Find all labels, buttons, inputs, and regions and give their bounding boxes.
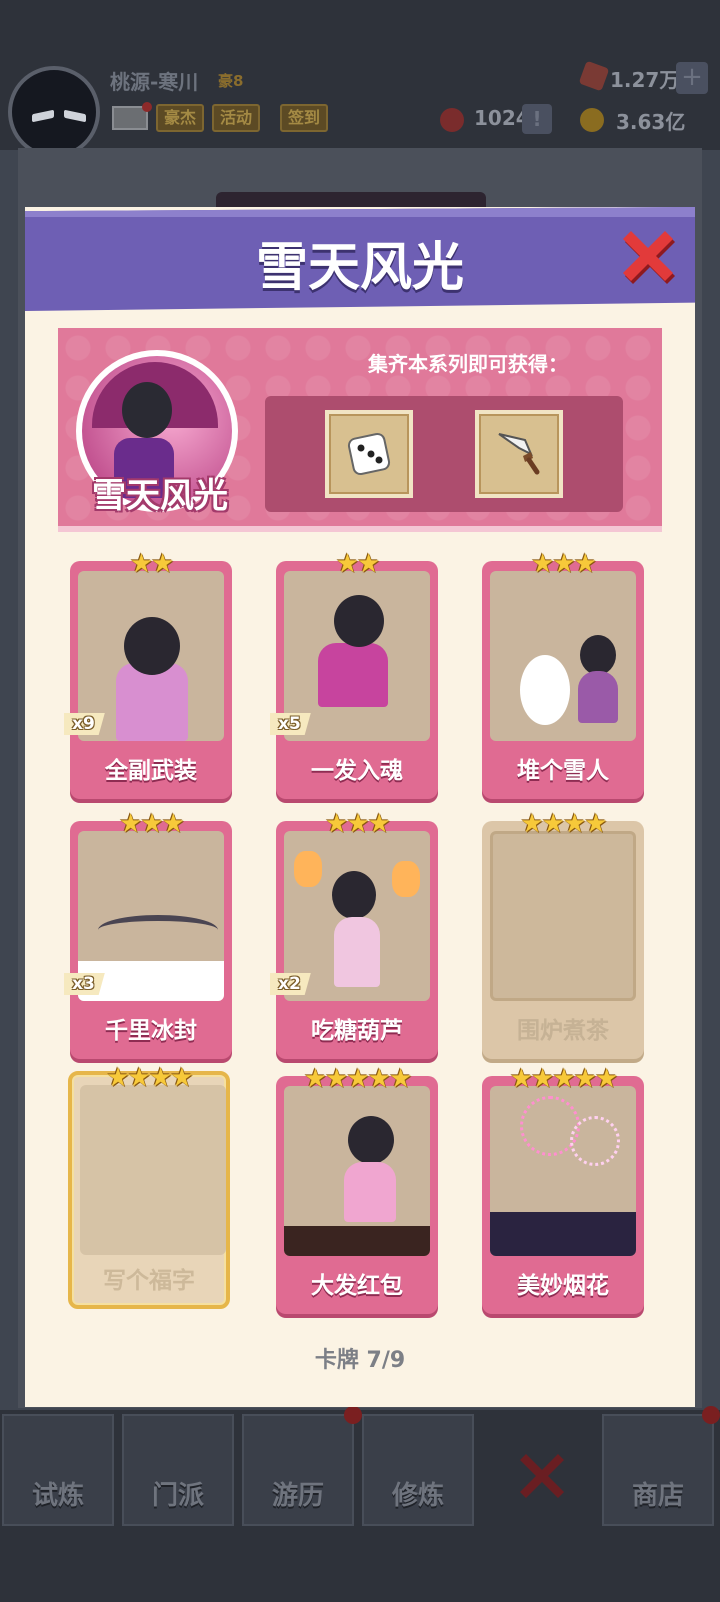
card-count: x2 bbox=[270, 973, 311, 995]
card-name: 写个福字 bbox=[103, 1268, 195, 1294]
player-name: 桃源-寒川 bbox=[110, 70, 199, 94]
avatar-eye bbox=[32, 109, 54, 123]
card-art bbox=[284, 1086, 430, 1256]
card-stars: ★★★★ bbox=[520, 809, 607, 839]
notification-dot bbox=[702, 1406, 720, 1424]
card-name: 一发入魂 bbox=[311, 758, 403, 784]
info-button[interactable]: ! bbox=[522, 104, 552, 134]
card-4[interactable]: ★★★ x2 吃糖葫芦 bbox=[270, 811, 438, 1059]
player-rank: 豪8 bbox=[218, 72, 244, 90]
series-reward-panel: 雪天风光 集齐本系列即可获得： bbox=[58, 328, 662, 532]
activity-button[interactable]: 活动 bbox=[212, 104, 261, 132]
card-stars: ★★ bbox=[129, 549, 175, 579]
card-name: 全副武装 bbox=[105, 758, 197, 784]
card-2[interactable]: ★★★ 堆个雪人 bbox=[482, 551, 644, 799]
nav-trial[interactable]: 试炼 bbox=[2, 1414, 114, 1526]
reward-hint: 集齐本系列即可获得： bbox=[368, 352, 568, 376]
nav-label: 试炼 bbox=[31, 1481, 84, 1511]
card-0[interactable]: ★★ x9 全副武装 bbox=[64, 551, 232, 799]
gems-value: 1.27万 bbox=[610, 68, 680, 92]
mail-icon[interactable] bbox=[112, 102, 152, 130]
reward-dice[interactable] bbox=[325, 410, 413, 498]
avatar-eye bbox=[64, 109, 86, 123]
checkin-button[interactable]: 签到 bbox=[280, 104, 329, 132]
nav-label: 门派 bbox=[151, 1481, 204, 1511]
nav-close-icon[interactable] bbox=[512, 1446, 572, 1506]
nav-shop[interactable]: 商店 bbox=[602, 1414, 714, 1526]
series-name: 雪天风光 bbox=[92, 476, 228, 516]
dice-icon bbox=[347, 432, 391, 476]
card-count: x3 bbox=[64, 973, 105, 995]
modal-title: 雪天风光 bbox=[255, 238, 464, 298]
add-gems-button[interactable]: + bbox=[676, 62, 708, 94]
card-7[interactable]: ★★★★★ 大发红包 bbox=[276, 1066, 438, 1314]
nav-label: 游历 bbox=[271, 1481, 324, 1511]
notification-dot bbox=[344, 1406, 362, 1424]
close-icon bbox=[623, 231, 675, 284]
card-collection-modal: 雪天风光 雪天风光 集齐本系列即可获得： ★★ x9 全副武装 ★★ x5 一发… bbox=[25, 207, 695, 1407]
card-stars: ★★ bbox=[335, 549, 381, 579]
card-stars: ★★★★★ bbox=[303, 1064, 413, 1094]
nav-cultivate[interactable]: 修炼 bbox=[362, 1414, 474, 1526]
sword-icon bbox=[498, 433, 540, 475]
card-3[interactable]: ★★★ x3 千里冰封 bbox=[64, 811, 232, 1059]
card-name: 美妙烟花 bbox=[517, 1273, 609, 1299]
card-art bbox=[490, 1086, 636, 1256]
card-name: 大发红包 bbox=[311, 1273, 403, 1299]
card-stars: ★★★ bbox=[119, 809, 185, 839]
card-art-locked bbox=[490, 831, 636, 1001]
card-art-locked bbox=[80, 1085, 226, 1255]
card-6[interactable]: ★★★★ 写个福字 bbox=[68, 1065, 230, 1309]
card-5[interactable]: ★★★★ 围炉煮茶 bbox=[482, 811, 644, 1059]
card-name: 围炉煮茶 bbox=[517, 1018, 609, 1044]
card-name: 吃糖葫芦 bbox=[311, 1018, 403, 1044]
nav-label: 商店 bbox=[631, 1481, 684, 1511]
card-name: 千里冰封 bbox=[105, 1018, 197, 1044]
card-count: x9 bbox=[64, 713, 105, 735]
card-stars: ★★★★ bbox=[106, 1063, 193, 1093]
coin-icon bbox=[580, 108, 604, 132]
coins-value: 3.63亿 bbox=[616, 110, 686, 134]
token-icon bbox=[440, 108, 464, 132]
card-1[interactable]: ★★ x5 一发入魂 bbox=[270, 551, 438, 799]
card-stars: ★★★★★ bbox=[509, 1064, 619, 1094]
card-art bbox=[490, 571, 636, 741]
player-avatar[interactable] bbox=[8, 66, 100, 158]
nav-label: 修炼 bbox=[391, 1481, 444, 1511]
reward-slots bbox=[265, 396, 623, 512]
close-button[interactable] bbox=[617, 225, 679, 287]
card-count: x5 bbox=[270, 713, 311, 735]
card-counter-label: 卡牌 bbox=[314, 1348, 359, 1373]
card-counter: 卡牌 7/9 bbox=[25, 1342, 695, 1374]
card-stars: ★★★ bbox=[531, 549, 597, 579]
nav-sect[interactable]: 门派 bbox=[122, 1414, 234, 1526]
hero-button[interactable]: 豪杰 bbox=[156, 104, 205, 132]
nav-travel[interactable]: 游历 bbox=[242, 1414, 354, 1526]
reward-sword[interactable] bbox=[475, 410, 563, 498]
card-counter-value: 7/9 bbox=[366, 1348, 406, 1373]
card-name: 堆个雪人 bbox=[517, 758, 609, 784]
card-stars: ★★★ bbox=[325, 809, 391, 839]
card-8[interactable]: ★★★★★ 美妙烟花 bbox=[482, 1066, 644, 1314]
